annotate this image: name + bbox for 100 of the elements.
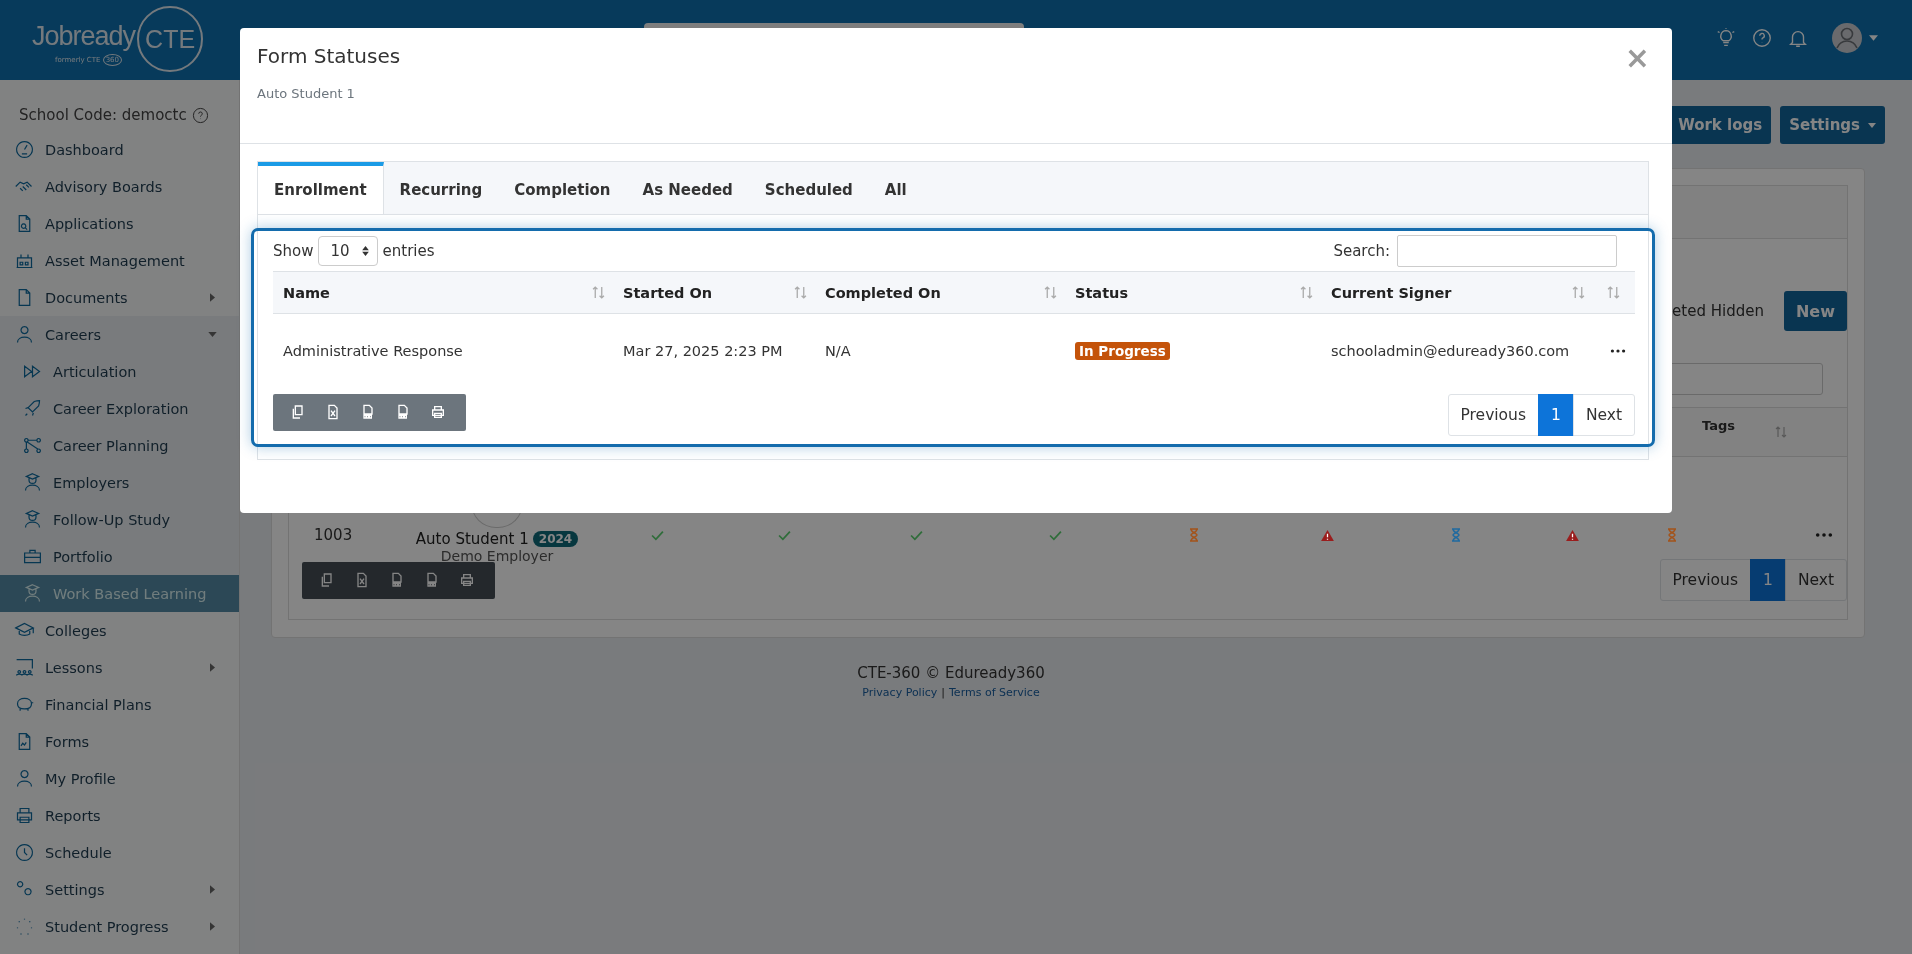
page-length-select[interactable]: 10 bbox=[318, 236, 378, 266]
year-tag: 2024 bbox=[532, 530, 579, 547]
entries-label: entries bbox=[382, 242, 435, 260]
sidebar-item[interactable]: Lessons bbox=[0, 649, 239, 686]
sort-icon[interactable] bbox=[1572, 286, 1585, 299]
caret-right-icon[interactable] bbox=[210, 885, 215, 894]
tab[interactable]: Enrollment bbox=[258, 162, 384, 214]
status-badge: In Progress bbox=[1075, 342, 1170, 360]
caret-down-icon[interactable] bbox=[208, 332, 217, 337]
table-cell: Administrative Response bbox=[283, 343, 463, 359]
sidebar-item[interactable]: Portfolio bbox=[0, 538, 239, 575]
table-cell-text: 1003 bbox=[313, 526, 354, 544]
page-button[interactable]: 1 bbox=[1750, 559, 1786, 601]
gauge-icon bbox=[14, 139, 35, 160]
column-header[interactable]: Current Signer bbox=[1331, 284, 1452, 301]
school-code: School Code: democtc bbox=[19, 106, 187, 124]
employer-name: Demo Employer bbox=[440, 547, 554, 564]
sidebar-item[interactable]: Forms bbox=[0, 723, 239, 760]
column-header[interactable]: Completed On bbox=[825, 284, 941, 301]
sidebar-item[interactable]: Follow-Up Study bbox=[0, 501, 239, 538]
sidebar-item[interactable]: Student Progress bbox=[0, 908, 239, 945]
sidebar-item[interactable]: Employers bbox=[0, 464, 239, 501]
sidebar-item[interactable]: Advisory Boards bbox=[0, 168, 239, 205]
excel-file-icon[interactable] bbox=[354, 572, 370, 588]
table-cell: Mar 27, 2025 2:23 PM bbox=[623, 343, 783, 359]
column-header[interactable]: Started On bbox=[623, 284, 713, 301]
student-name[interactable]: Auto Student 1 bbox=[415, 529, 529, 548]
sidebar-item[interactable]: Asset Management bbox=[0, 242, 239, 279]
tab[interactable]: Recurring bbox=[383, 162, 499, 214]
person-icon bbox=[14, 768, 35, 789]
tab[interactable]: Completion bbox=[498, 162, 627, 214]
tab[interactable]: As Needed bbox=[626, 162, 749, 214]
toolbar-button[interactable]: Work logs bbox=[1669, 106, 1772, 144]
footer-link[interactable]: Privacy Policy bbox=[862, 686, 938, 699]
logo-text: Jobready bbox=[32, 20, 136, 52]
sidebar-item[interactable]: Financial Plans bbox=[0, 686, 239, 723]
graduate-icon bbox=[22, 509, 43, 530]
next-button[interactable]: Next bbox=[1784, 559, 1847, 601]
previous-button[interactable]: Previous bbox=[1447, 394, 1539, 436]
dropdown-button[interactable]: Settings bbox=[1780, 106, 1885, 144]
printer-icon[interactable] bbox=[430, 404, 446, 420]
help-icon[interactable] bbox=[191, 106, 209, 124]
table-cell: schooladmin@eduready360.com bbox=[1331, 343, 1570, 359]
sidebar-item[interactable]: Dashboard bbox=[0, 131, 239, 168]
search-field[interactable] bbox=[1397, 235, 1617, 267]
copy-icon[interactable] bbox=[319, 572, 335, 588]
lightbulb-icon[interactable] bbox=[1715, 27, 1737, 49]
sort-icon[interactable] bbox=[794, 286, 807, 299]
column-header[interactable]: Name bbox=[283, 284, 330, 301]
column-header[interactable]: Tags bbox=[1702, 417, 1735, 433]
logo-circle-text: CTE bbox=[137, 6, 204, 72]
previous-button[interactable]: Previous bbox=[1659, 559, 1751, 601]
excel-file-icon[interactable] bbox=[325, 404, 341, 420]
tab[interactable]: Scheduled bbox=[748, 162, 869, 214]
close-button[interactable]: × bbox=[1620, 43, 1654, 73]
sidebar-item[interactable]: Documents bbox=[0, 279, 239, 316]
sidebar-item[interactable]: Colleges bbox=[0, 612, 239, 649]
page-button[interactable]: 1 bbox=[1538, 394, 1574, 436]
sort-icon[interactable] bbox=[1300, 286, 1313, 299]
printer-icon bbox=[14, 805, 35, 826]
sidebar-item[interactable]: Work Based Learning bbox=[0, 575, 239, 612]
sidebar-item[interactable]: Schedule bbox=[0, 834, 239, 871]
help-icon[interactable] bbox=[1751, 27, 1773, 49]
printer-icon[interactable] bbox=[459, 572, 475, 588]
copy-icon[interactable] bbox=[290, 404, 306, 420]
sort-icon[interactable] bbox=[1775, 426, 1787, 438]
sort-arrows-icon bbox=[361, 246, 369, 256]
sidebar-item[interactable]: Career Exploration bbox=[0, 390, 239, 427]
sidebar-item[interactable]: Applications bbox=[0, 205, 239, 242]
tab[interactable]: All bbox=[868, 162, 923, 214]
graduate-icon bbox=[22, 472, 43, 493]
sort-icon[interactable] bbox=[1044, 286, 1057, 299]
sidebar-item[interactable]: Reports bbox=[0, 797, 239, 834]
new-button[interactable]: New bbox=[1783, 291, 1847, 331]
modal-title: Form Statuses bbox=[257, 44, 401, 68]
sort-icon[interactable] bbox=[592, 286, 605, 299]
copyright-text: CTE-360 © Eduready360 bbox=[857, 664, 1045, 682]
sidebar-item[interactable]: Settings bbox=[0, 871, 239, 908]
table-cell: N/A bbox=[825, 343, 851, 359]
nodes-icon bbox=[22, 435, 43, 456]
filter-label: eted Hidden bbox=[1672, 302, 1764, 320]
more-icon[interactable] bbox=[1610, 349, 1626, 353]
sidebar-item[interactable]: My Profile bbox=[0, 760, 239, 797]
sort-icon[interactable] bbox=[1606, 286, 1620, 299]
modal-subtitle: Auto Student 1 bbox=[257, 86, 355, 101]
caret-right-icon[interactable] bbox=[210, 922, 215, 931]
column-header[interactable]: Status bbox=[1075, 284, 1129, 301]
caret-right-icon[interactable] bbox=[210, 663, 215, 672]
separator: | bbox=[941, 686, 945, 699]
caret-right-icon[interactable] bbox=[210, 293, 215, 302]
clock-icon bbox=[14, 842, 35, 863]
next-button[interactable]: Next bbox=[1572, 394, 1635, 436]
show-label: Show bbox=[273, 242, 314, 260]
sidebar-item[interactable]: Careers bbox=[0, 316, 239, 353]
sidebar-item[interactable]: Articulation bbox=[0, 353, 239, 390]
graduate-icon bbox=[22, 583, 43, 604]
caret-icon[interactable] bbox=[1869, 35, 1878, 41]
avatar-icon[interactable] bbox=[1831, 22, 1863, 54]
sidebar-item[interactable]: Career Planning bbox=[0, 427, 239, 464]
footer-link[interactable]: Terms of Service bbox=[949, 686, 1040, 699]
